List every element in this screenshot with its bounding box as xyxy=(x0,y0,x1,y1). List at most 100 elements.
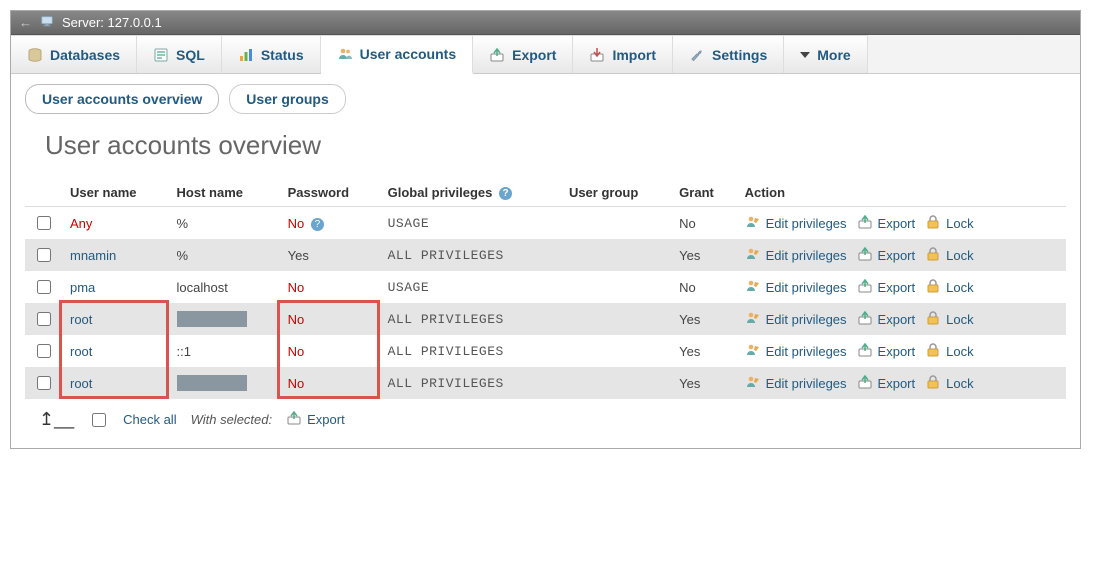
username-cell[interactable]: mnamin xyxy=(70,248,116,263)
usergroup-cell xyxy=(561,303,671,335)
export-user-button[interactable]: Export xyxy=(857,246,916,265)
table-row: root::1NoALL PRIVILEGESYesEdit privilege… xyxy=(25,335,1066,367)
username-cell[interactable]: root xyxy=(70,312,92,327)
privileges-cell: USAGE xyxy=(380,207,561,240)
action-cell: Edit privileges Export Lock xyxy=(737,239,1066,271)
tab-label: Status xyxy=(261,47,304,63)
lock-user-button[interactable]: Lock xyxy=(925,214,973,233)
action-cell: Edit privileges Export Lock xyxy=(737,303,1066,335)
row-checkbox[interactable] xyxy=(37,376,51,390)
export-icon xyxy=(857,310,873,329)
export-user-button[interactable]: Export xyxy=(857,342,916,361)
footer-export-button[interactable]: Export xyxy=(286,410,345,429)
th-hostname[interactable]: Host name xyxy=(169,179,280,207)
lock-user-button[interactable]: Lock xyxy=(925,374,973,393)
tab-import[interactable]: Import xyxy=(573,35,673,73)
subtabs: User accounts overview User groups xyxy=(25,84,1066,114)
check-all-checkbox[interactable] xyxy=(92,413,106,427)
edit-privileges-button[interactable]: Edit privileges xyxy=(745,246,847,265)
export-icon xyxy=(857,214,873,233)
grant-cell: Yes xyxy=(671,303,736,335)
username-cell[interactable]: root xyxy=(70,376,92,391)
password-cell: No ? xyxy=(280,207,380,240)
back-arrow-icon[interactable]: ← xyxy=(19,15,32,30)
row-checkbox[interactable] xyxy=(37,248,51,262)
usergroup-cell xyxy=(561,335,671,367)
lock-user-button[interactable]: Lock xyxy=(925,310,973,329)
wrench-icon xyxy=(689,47,705,63)
footer-export-label: Export xyxy=(307,412,345,427)
users-icon xyxy=(337,46,353,62)
export-icon xyxy=(286,410,302,429)
tab-settings[interactable]: Settings xyxy=(673,35,784,73)
th-privileges[interactable]: Global privileges ? xyxy=(380,179,561,207)
row-checkbox[interactable] xyxy=(37,344,51,358)
action-cell: Edit privileges Export Lock xyxy=(737,207,1066,240)
password-cell: No xyxy=(280,367,380,399)
usergroup-cell xyxy=(561,271,671,303)
tab-more[interactable]: More xyxy=(784,35,867,73)
username-cell[interactable]: Any xyxy=(70,216,92,231)
lock-user-button[interactable]: Lock xyxy=(925,278,973,297)
database-icon xyxy=(27,47,43,63)
export-user-button[interactable]: Export xyxy=(857,310,916,329)
tab-export[interactable]: Export xyxy=(473,35,573,73)
action-cell: Edit privileges Export Lock xyxy=(737,271,1066,303)
export-user-button[interactable]: Export xyxy=(857,374,916,393)
action-cell: Edit privileges Export Lock xyxy=(737,367,1066,399)
lock-icon xyxy=(925,342,941,361)
password-cell: No xyxy=(280,303,380,335)
edit-user-icon xyxy=(745,278,761,297)
th-grant[interactable]: Grant xyxy=(671,179,736,207)
redacted-hostname xyxy=(177,311,247,327)
nav-tabs: Databases SQL Status User accounts Expor… xyxy=(11,35,1080,74)
tab-sql[interactable]: SQL xyxy=(137,35,222,73)
tab-label: Settings xyxy=(712,47,767,63)
help-icon[interactable]: ? xyxy=(499,187,512,200)
usergroup-cell xyxy=(561,207,671,240)
tab-status[interactable]: Status xyxy=(222,35,321,73)
help-icon[interactable]: ? xyxy=(311,218,324,231)
export-icon xyxy=(857,278,873,297)
username-cell[interactable]: pma xyxy=(70,280,95,295)
edit-privileges-button[interactable]: Edit privileges xyxy=(745,214,847,233)
tab-databases[interactable]: Databases xyxy=(11,35,137,73)
with-selected-label: With selected: xyxy=(191,412,273,427)
lock-user-button[interactable]: Lock xyxy=(925,342,973,361)
export-user-button[interactable]: Export xyxy=(857,278,916,297)
th-username[interactable]: User name xyxy=(62,179,169,207)
check-all-label[interactable]: Check all xyxy=(123,412,176,427)
grant-cell: Yes xyxy=(671,367,736,399)
titlebar: ← Server: 127.0.0.1 xyxy=(11,11,1080,35)
th-usergroup[interactable]: User group xyxy=(561,179,671,207)
username-cell[interactable]: root xyxy=(70,344,92,359)
tab-label: SQL xyxy=(176,47,205,63)
privileges-cell: USAGE xyxy=(380,271,561,303)
lock-user-button[interactable]: Lock xyxy=(925,246,973,265)
tab-user-accounts[interactable]: User accounts xyxy=(321,35,473,74)
export-user-button[interactable]: Export xyxy=(857,214,916,233)
edit-privileges-button[interactable]: Edit privileges xyxy=(745,310,847,329)
subtab-groups[interactable]: User groups xyxy=(229,84,345,114)
row-checkbox[interactable] xyxy=(37,216,51,230)
privileges-cell: ALL PRIVILEGES xyxy=(380,239,561,271)
row-checkbox[interactable] xyxy=(37,312,51,326)
edit-privileges-button[interactable]: Edit privileges xyxy=(745,278,847,297)
page-title: User accounts overview xyxy=(45,130,1066,161)
action-cell: Edit privileges Export Lock xyxy=(737,335,1066,367)
edit-privileges-button[interactable]: Edit privileges xyxy=(745,374,847,393)
subtab-overview[interactable]: User accounts overview xyxy=(25,84,219,114)
export-icon xyxy=(857,342,873,361)
edit-user-icon xyxy=(745,342,761,361)
export-icon xyxy=(857,246,873,265)
row-checkbox[interactable] xyxy=(37,280,51,294)
grant-cell: Yes xyxy=(671,335,736,367)
tab-label: Databases xyxy=(50,47,120,63)
import-icon xyxy=(589,47,605,63)
tab-label: Export xyxy=(512,47,556,63)
hostname-cell: ::1 xyxy=(169,335,280,367)
th-password[interactable]: Password xyxy=(280,179,380,207)
hostname-cell xyxy=(169,303,280,335)
lock-icon xyxy=(925,214,941,233)
edit-privileges-button[interactable]: Edit privileges xyxy=(745,342,847,361)
